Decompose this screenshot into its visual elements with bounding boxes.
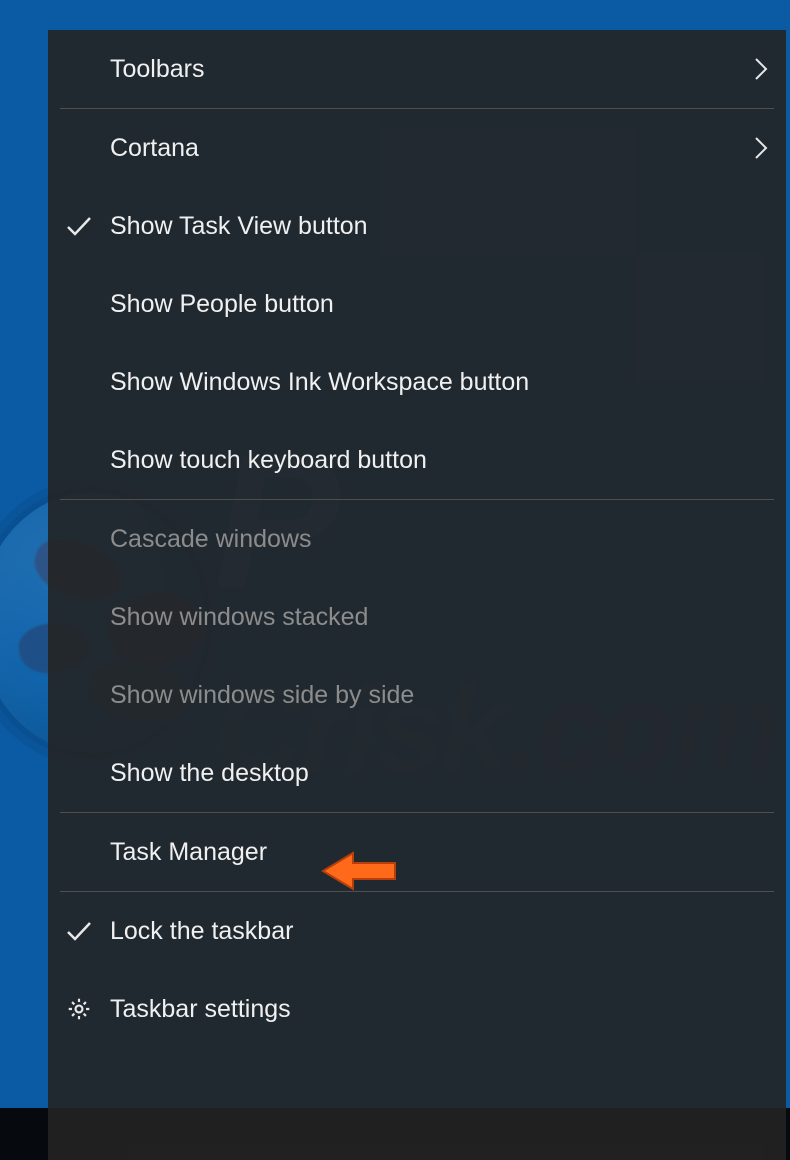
chevron-right-icon — [728, 136, 768, 160]
menu-item-task-manager[interactable]: Task Manager — [48, 813, 786, 891]
menu-item-cortana[interactable]: Cortana — [48, 109, 786, 187]
menu-item-show-windows-stacked: Show windows stacked — [48, 578, 786, 656]
menu-item-label: Show the desktop — [110, 759, 728, 788]
taskbar-context-menu: Toolbars Cortana Show Task View button S… — [48, 30, 786, 1160]
menu-item-label: Show Windows Ink Workspace button — [110, 368, 728, 397]
menu-item-label: Taskbar settings — [110, 995, 728, 1024]
gear-icon — [48, 996, 110, 1022]
menu-item-label: Toolbars — [110, 55, 728, 84]
menu-item-label: Show People button — [110, 290, 728, 319]
chevron-right-icon — [728, 57, 768, 81]
menu-item-show-desktop[interactable]: Show the desktop — [48, 734, 786, 812]
menu-item-label: Show Task View button — [110, 212, 728, 241]
menu-item-cascade-windows: Cascade windows — [48, 500, 786, 578]
menu-item-show-windows-side-by-side: Show windows side by side — [48, 656, 786, 734]
menu-item-show-task-view[interactable]: Show Task View button — [48, 187, 786, 265]
menu-item-lock-taskbar[interactable]: Lock the taskbar — [48, 892, 786, 970]
menu-item-label: Show touch keyboard button — [110, 446, 728, 475]
check-icon — [48, 215, 110, 237]
menu-item-label: Task Manager — [110, 838, 728, 867]
desktop-background: PCrisk.com Toolbars Cortana Show Task Vi… — [0, 0, 790, 1160]
menu-item-taskbar-settings[interactable]: Taskbar settings — [48, 970, 786, 1048]
menu-item-show-people[interactable]: Show People button — [48, 265, 786, 343]
menu-item-label: Cortana — [110, 134, 728, 163]
menu-item-show-ink-workspace[interactable]: Show Windows Ink Workspace button — [48, 343, 786, 421]
menu-item-toolbars[interactable]: Toolbars — [48, 30, 786, 108]
menu-item-label: Show windows stacked — [110, 603, 728, 632]
menu-item-label: Show windows side by side — [110, 681, 728, 710]
check-icon — [48, 920, 110, 942]
menu-item-label: Lock the taskbar — [110, 917, 728, 946]
menu-item-show-touch-keyboard[interactable]: Show touch keyboard button — [48, 421, 786, 499]
menu-item-label: Cascade windows — [110, 525, 728, 554]
